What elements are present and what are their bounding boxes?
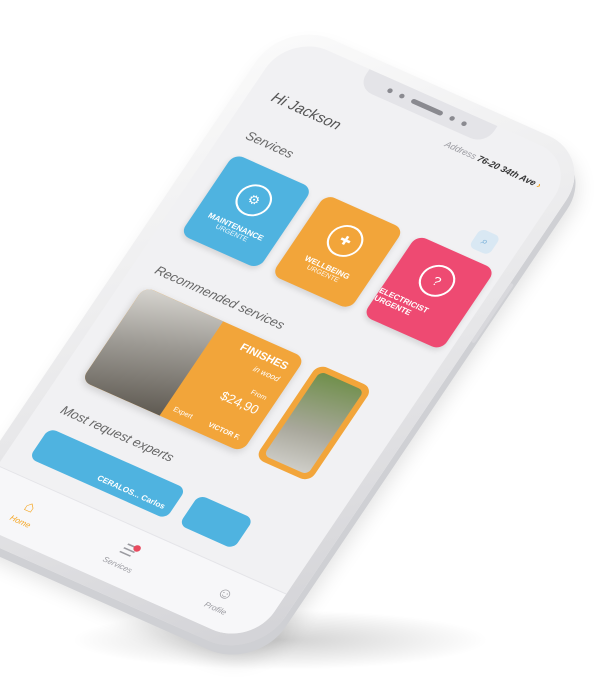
services-title: Services (242, 128, 297, 162)
tab-home[interactable]: ⌂ Home (8, 496, 44, 530)
expert-card-partial[interactable] (178, 494, 254, 550)
sensor-dot (398, 92, 406, 99)
wellbeing-icon: ✚ (319, 219, 371, 263)
app-screen: Address 76-20 34th Ave › Hi Jackson Serv… (0, 33, 578, 647)
services-row: ⚙ MAINTENANCE URGENTE ✚ WELLBEING URGENT… (179, 153, 496, 351)
recommended-row: FINISHES in wood From $24,90 Expert VICT… (81, 286, 374, 483)
tools-icon: ⚙ (228, 179, 279, 222)
sensor-dot (386, 87, 394, 94)
profile-icon: ☺ (212, 583, 238, 605)
address-value: 76-20 34th Ave (475, 153, 539, 188)
phone-device: Address 76-20 34th Ave › Hi Jackson Serv… (0, 18, 594, 662)
camera-dot (448, 114, 457, 122)
address-label: Address (442, 139, 479, 162)
expert-name: VICTOR F. (206, 421, 242, 442)
greeting: Hi Jackson (267, 89, 345, 134)
sensor-dot (460, 120, 468, 127)
expert-label: Expert (171, 406, 194, 421)
tab-profile[interactable]: ☺ Profile (203, 583, 240, 616)
electric-icon: ? (411, 259, 463, 303)
speaker (410, 97, 445, 116)
address-bar[interactable]: Address 76-20 34th Ave › (443, 139, 543, 190)
chevron-right-icon: › (534, 180, 544, 190)
tab-services[interactable]: ☰ Services (101, 538, 146, 574)
search-icon: ⌕ (478, 235, 492, 248)
service-title: ELECTRICIST URGENTE (372, 286, 431, 318)
expert-card-name: CERALOS... Carlos (95, 473, 168, 511)
home-icon: ⌂ (20, 497, 40, 517)
search-button[interactable]: ⌕ (468, 228, 501, 256)
services-icon: ☰ (116, 540, 139, 561)
